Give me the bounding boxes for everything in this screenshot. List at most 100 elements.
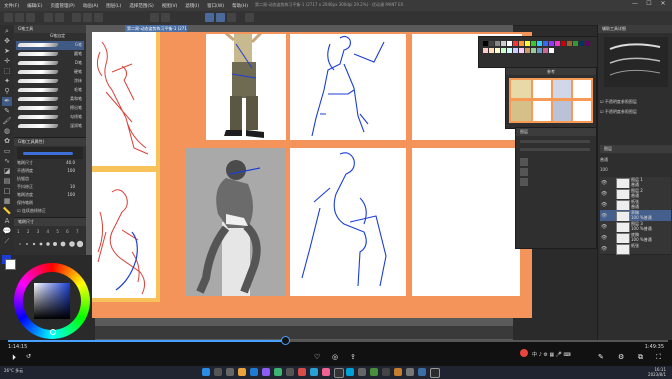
share-icon[interactable]: ⇪ [350,353,356,361]
file-explorer-icon[interactable] [238,368,246,376]
menu-layer[interactable]: 图层(L) [102,3,125,9]
save-icon[interactable] [26,13,35,22]
danmaku-icon[interactable] [520,349,528,357]
float-option-icon[interactable] [520,158,528,166]
new-file-icon[interactable] [4,13,13,22]
app-icon[interactable] [370,368,378,376]
like-icon[interactable]: ♡ [314,353,320,361]
swatch[interactable] [585,41,590,46]
search-icon[interactable] [214,368,222,376]
swatch[interactable] [495,48,500,53]
airbrush-icon[interactable]: ◍ [2,127,12,136]
layer-row[interactable]: 👁 纸张 [600,243,671,255]
swatch[interactable] [519,48,524,53]
transform-icon[interactable] [150,13,159,22]
figure-icon[interactable]: □ [2,187,12,196]
saturation-value-square[interactable] [34,283,70,319]
app-icon[interactable] [286,368,294,376]
prop-opacity[interactable]: 不透明度 100 [17,168,83,176]
swatch[interactable] [483,48,488,53]
swatch[interactable] [525,41,530,46]
swatch[interactable] [549,48,554,53]
app-icon[interactable] [262,368,270,376]
deselect-icon[interactable] [161,13,170,22]
gradient-icon[interactable]: ▤ [2,177,12,186]
swatch[interactable] [507,41,512,46]
settings-icon[interactable]: ⚙ [618,353,624,361]
prop-brush-size[interactable]: 笔刷尺寸 40.0 [17,160,83,168]
swatch[interactable] [507,48,512,53]
app-icon[interactable] [406,368,414,376]
prop-stabilization[interactable]: 手抖修正 10 [17,184,83,192]
app-icon[interactable] [310,368,318,376]
windows-start-icon[interactable] [202,368,210,376]
open-file-icon[interactable] [15,13,24,22]
menu-filter[interactable]: 滤镜(I) [181,3,203,9]
brush-item[interactable]: 擦出笔 [16,104,84,113]
layer-opacity[interactable]: 100 [600,165,671,175]
menu-file[interactable]: 文件(F) [0,3,23,9]
app-icon[interactable] [298,368,306,376]
swatch[interactable] [543,48,548,53]
prop-keep-brush[interactable]: 保持笔刷 [17,200,83,208]
brush-item[interactable]: D笔 [16,59,84,68]
swatch[interactable] [561,41,566,46]
eraser-icon[interactable]: ▭ [2,147,12,156]
eye-icon[interactable]: 👁 [601,213,607,219]
eye-icon[interactable]: 👁 [601,224,607,230]
swatch[interactable] [567,41,572,46]
material-preview[interactable] [604,37,668,87]
snap-ruler-icon[interactable] [205,13,214,22]
edge-icon[interactable] [250,368,258,376]
swatch[interactable] [513,41,518,46]
brush-item[interactable]: 圆笔 [16,50,84,59]
eye-icon[interactable]: 👁 [601,191,607,197]
swatch[interactable] [549,41,554,46]
paste-icon[interactable] [94,13,103,22]
app-icon[interactable] [274,368,282,376]
text-icon[interactable]: A [2,217,12,226]
brush-item[interactable]: 湿润笔 [16,122,84,131]
swatch[interactable] [531,41,536,46]
swatch[interactable] [543,41,548,46]
undo-icon[interactable] [44,13,53,22]
redo-icon[interactable] [55,13,64,22]
correct-line-icon[interactable]: ⟋ [2,237,12,246]
brush-item[interactable]: 柔和笔 [16,95,84,104]
float-slider[interactable] [520,148,590,151]
eye-icon[interactable]: 👁 [601,180,607,186]
subtool-tab-custom[interactable]: G笔自定 [50,33,65,39]
app-icon[interactable] [322,368,330,376]
prop-continuous-curve[interactable]: ☑ 连续曲线修正 [17,208,83,216]
app-icon[interactable] [334,368,344,378]
float-slider[interactable] [520,140,590,143]
swatch[interactable] [555,41,560,46]
brush-item[interactable]: 勾线笔 [16,113,84,122]
prop-antialias[interactable]: 抗锯齿 [17,176,83,184]
coin-icon[interactable]: ◎ [332,353,338,361]
brush-item[interactable]: G笔 [16,41,84,50]
maximize-button[interactable]: ☐ [642,0,656,7]
brush-item[interactable]: 毛笔 [16,86,84,95]
app-icon[interactable] [358,368,366,376]
brush-icon[interactable]: 🖌 [2,117,12,126]
swatch[interactable] [525,48,530,53]
ruler-icon[interactable]: 📏 [2,207,12,216]
menu-window[interactable]: 窗口(W) [203,3,228,9]
frame-icon[interactable]: ▦ [2,197,12,206]
swatch[interactable] [531,48,536,53]
menu-animation[interactable]: 动画(A) [79,3,103,9]
copy-icon[interactable] [83,13,92,22]
fill-icon[interactable]: ◪ [2,167,12,176]
reference-thumbnail[interactable] [509,78,593,123]
selection-icon[interactable]: ⬚ [2,67,12,76]
fullscreen-icon[interactable]: ⛶ [656,353,661,362]
swatch[interactable] [483,41,488,46]
float-option-icon[interactable] [520,178,528,186]
swatch[interactable] [537,41,542,46]
swatch[interactable] [513,48,518,53]
hue-wheel[interactable] [14,263,90,339]
color-swap-icon[interactable] [245,13,254,22]
menu-edit[interactable]: 编辑(E) [23,3,46,9]
move-layer-icon[interactable]: ✛ [2,57,12,66]
